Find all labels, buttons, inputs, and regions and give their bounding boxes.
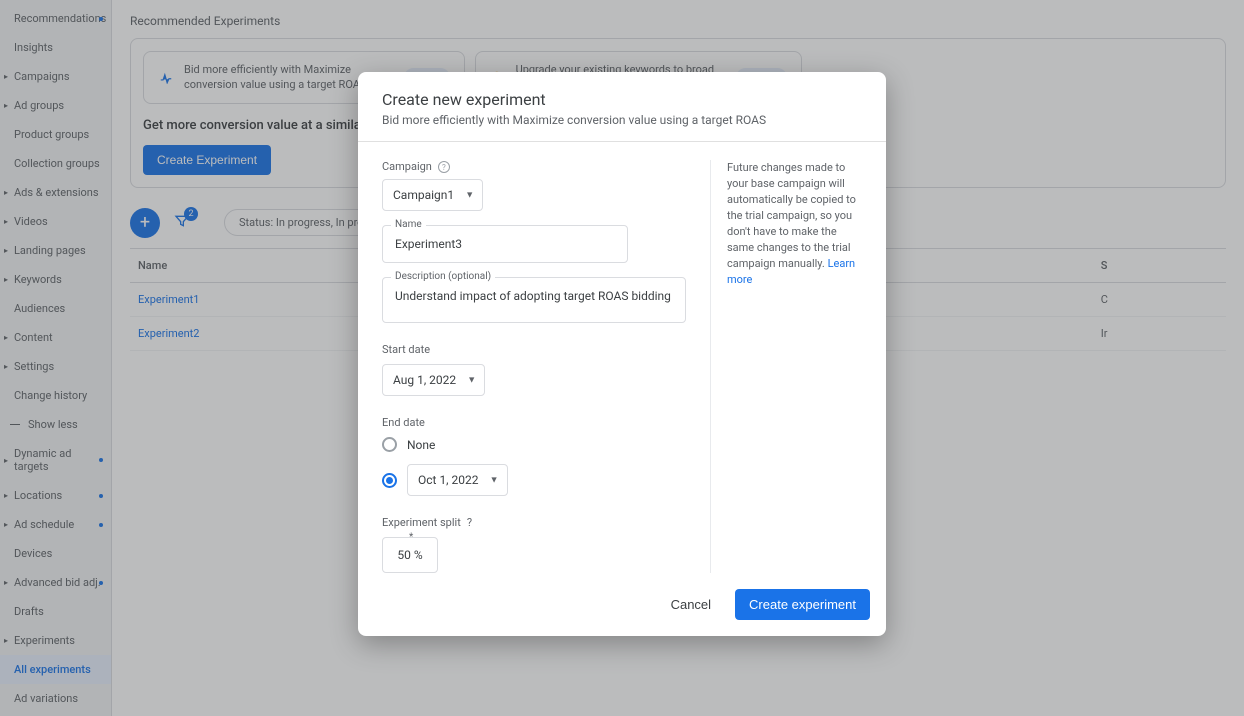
campaign-select[interactable]: Campaign1 ▼ — [382, 179, 483, 211]
experiment-split-input[interactable]: * 50 % — [382, 537, 438, 573]
cancel-button[interactable]: Cancel — [661, 589, 721, 620]
create-experiment-dialog: Create new experiment Bid more efficient… — [358, 72, 886, 636]
end-date-label: End date — [382, 416, 686, 429]
description-label: Description (optional) — [391, 271, 495, 282]
dialog-subtitle: Bid more efficiently with Maximize conve… — [382, 113, 862, 127]
start-date-select[interactable]: Aug 1, 2022 ▼ — [382, 364, 485, 396]
dialog-title: Create new experiment — [382, 90, 862, 109]
campaign-label: Campaign — [382, 160, 432, 173]
name-field-wrapper: Name — [382, 225, 628, 263]
radio-icon — [382, 437, 397, 452]
create-experiment-submit-button[interactable]: Create experiment — [735, 589, 870, 620]
description-field-wrapper: Description (optional) — [382, 277, 686, 323]
name-label: Name — [391, 219, 426, 230]
name-input[interactable] — [393, 236, 617, 252]
chevron-down-icon: ▼ — [465, 190, 474, 201]
end-date-select[interactable]: Oct 1, 2022 ▼ — [407, 464, 508, 496]
start-date-label: Start date — [382, 343, 686, 356]
help-icon[interactable]: ? — [438, 161, 450, 173]
description-input[interactable] — [393, 288, 675, 304]
dialog-info-panel: Future changes made to your base campaig… — [710, 160, 862, 573]
end-date-none-option[interactable]: None — [382, 437, 686, 452]
end-date-date-option[interactable]: Oct 1, 2022 ▼ — [382, 464, 686, 496]
chevron-down-icon: ▼ — [467, 375, 476, 386]
chevron-down-icon: ▼ — [490, 475, 499, 486]
radio-icon — [382, 473, 397, 488]
help-icon[interactable]: ? — [467, 516, 472, 529]
modal-overlay: Create new experiment Bid more efficient… — [0, 0, 1244, 716]
experiment-split-label: Experiment split — [382, 516, 461, 529]
